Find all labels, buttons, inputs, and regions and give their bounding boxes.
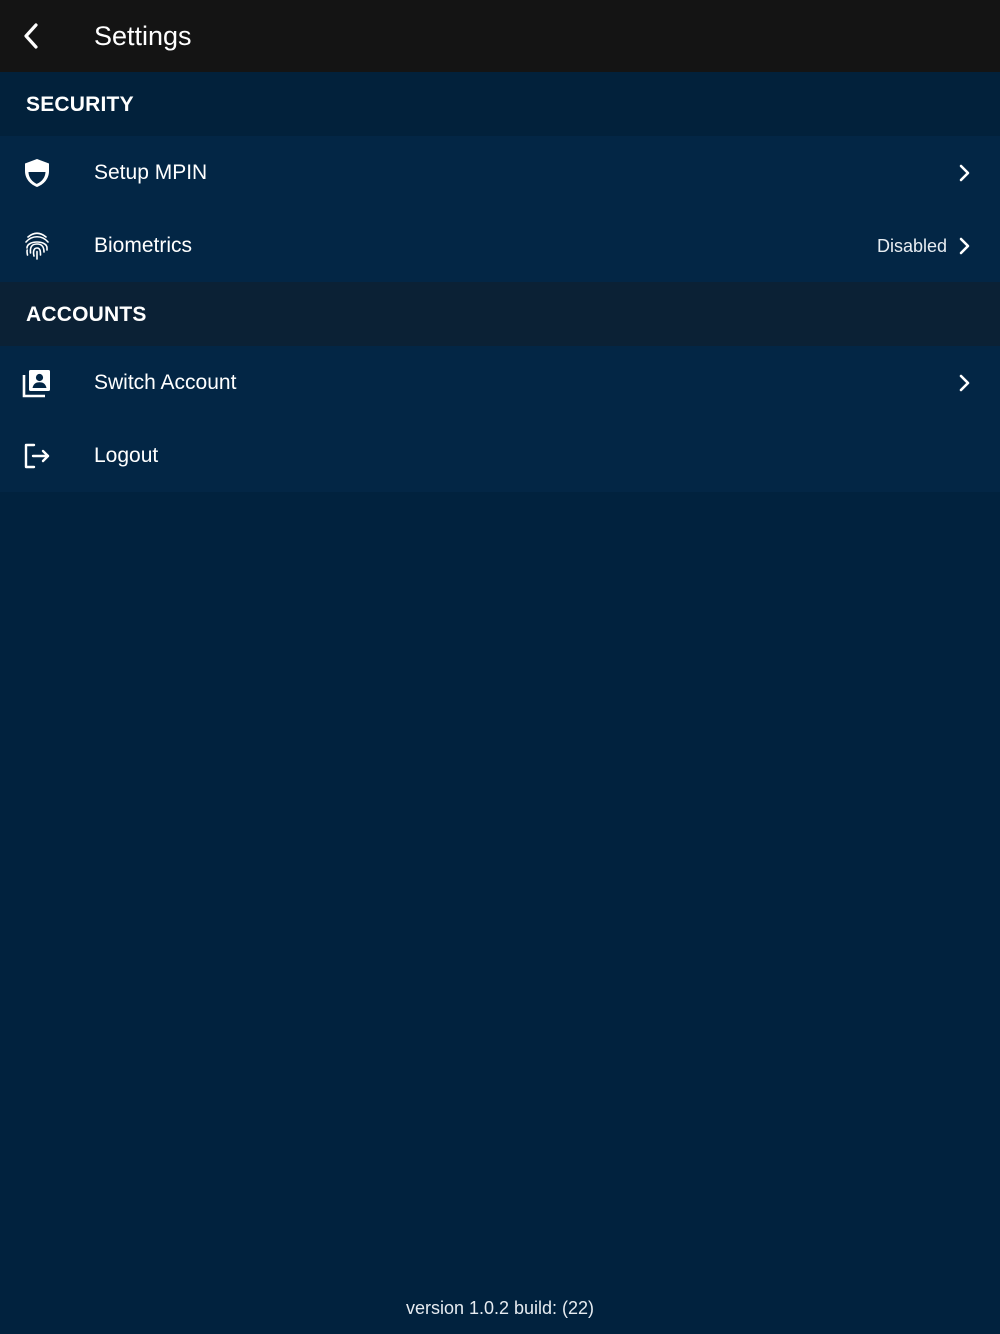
biometrics-status: Disabled <box>876 236 947 256</box>
setup-mpin-row[interactable]: Setup MPIN <box>0 136 1000 209</box>
chevron-right-icon <box>956 162 972 184</box>
chevron-right-icon <box>956 372 972 394</box>
chevron-left-icon <box>24 23 38 49</box>
fingerprint-icon <box>22 231 52 261</box>
logout-icon <box>22 441 52 471</box>
version-text: version 1.0.2 build: (22) <box>405 1298 595 1318</box>
logout-row[interactable]: Logout <box>0 419 1000 492</box>
biometrics-row[interactable]: Biometrics Disabled <box>0 209 1000 282</box>
settings-screen: Settings SECURITY Setup MPIN Biometrics … <box>0 0 1000 1334</box>
shield-icon <box>22 158 52 188</box>
setup-mpin-label: Setup MPIN <box>94 161 208 184</box>
switch-account-label: Switch Account <box>94 371 237 394</box>
biometrics-label: Biometrics <box>94 234 193 257</box>
top-app-bar: Settings <box>0 0 1000 72</box>
section-title-security: SECURITY <box>26 93 134 116</box>
page-title: Settings <box>94 21 192 51</box>
account-box-icon <box>22 368 52 398</box>
back-button[interactable] <box>12 16 52 56</box>
section-header-accounts: ACCOUNTS <box>0 282 1000 346</box>
switch-account-row[interactable]: Switch Account <box>0 346 1000 419</box>
section-title-accounts: ACCOUNTS <box>26 303 147 326</box>
section-header-security: SECURITY <box>0 72 1000 136</box>
chevron-right-icon <box>956 235 972 257</box>
logout-label: Logout <box>94 444 159 467</box>
